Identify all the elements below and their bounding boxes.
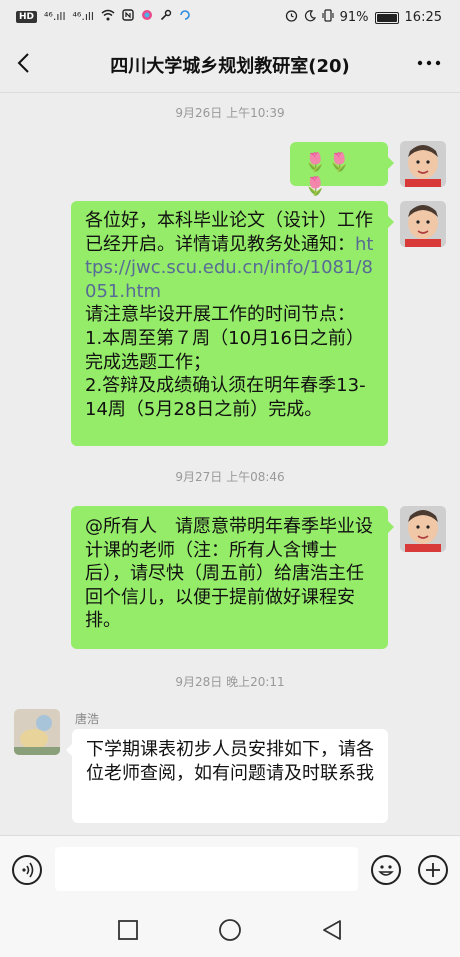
chat-title: 四川大学城乡规划教研室(20) xyxy=(110,56,350,77)
plus-icon xyxy=(426,863,440,877)
message-input[interactable] xyxy=(55,847,358,891)
baby-avatar-icon xyxy=(400,506,446,552)
avatar[interactable] xyxy=(400,506,446,552)
timestamp: 9月28日 晚上20:11 xyxy=(175,675,285,689)
nfc-icon xyxy=(122,9,134,24)
chat-header: 四川大学城乡规划教研室(20) xyxy=(0,36,460,93)
message-bubble[interactable]: 🌷🌷🌷 xyxy=(290,142,394,197)
app-icon xyxy=(141,9,153,24)
home-icon[interactable] xyxy=(218,918,242,942)
message-bubble[interactable]: 各位好，本科毕业论文（设计）工作已经开启。详情请见教务处通知：https://j… xyxy=(71,201,394,446)
more-icon xyxy=(417,60,441,66)
back-nav-icon[interactable] xyxy=(321,918,343,942)
recent-apps-icon[interactable] xyxy=(117,919,139,941)
status-bar: HD ⁴⁶.ıll ⁴⁶.ıll 91% 16:25 xyxy=(0,0,460,36)
avatar[interactable] xyxy=(400,201,446,247)
message-text: 各位好，本科毕业论文（设计）工作已经开启。详情请见教务处通知： xyxy=(85,210,373,255)
message-bubble[interactable]: 下学期课表初步人员安排如下，请各位老师查阅，如有问题请及时联系我 xyxy=(66,729,388,823)
sync-icon xyxy=(179,9,191,24)
baby-avatar-icon xyxy=(400,201,446,247)
message-text: 请注意毕设开展工作的时间节点： xyxy=(85,304,355,326)
message-bubble[interactable]: @所有人 请愿意带明年春季毕业设计课的老师（注：所有人含博士后），请尽快（周五前… xyxy=(71,506,394,649)
emoji-icon xyxy=(378,865,394,876)
add-button[interactable] xyxy=(418,855,448,885)
voice-icon xyxy=(22,862,34,878)
emoji-button[interactable] xyxy=(371,855,401,885)
message-text: 2.答辩及成绩确认须在明年春季13-14周（5月28日之前）完成。 xyxy=(85,375,366,420)
voice-button[interactable] xyxy=(12,855,42,885)
battery-icon xyxy=(374,11,399,24)
signal-icon-2: ⁴⁶.ıll xyxy=(72,10,94,23)
timestamp: 9月27日 上午08:46 xyxy=(175,470,285,484)
more-button[interactable] xyxy=(414,48,444,78)
alarm-icon xyxy=(285,9,298,26)
input-bar xyxy=(0,835,460,906)
signal-icon: ⁴⁶.ıll xyxy=(44,10,66,23)
message-text: 1.本周至第７周（10月16日之前）完成选题工作； xyxy=(85,327,364,373)
baby-avatar-icon xyxy=(400,141,446,187)
timestamp: 9月26日 上午10:39 xyxy=(175,106,285,120)
status-right: 91% 16:25 xyxy=(285,9,442,26)
sender-name: 唐浩 xyxy=(75,712,100,726)
avatar[interactable] xyxy=(14,709,60,755)
status-left: HD ⁴⁶.ıll ⁴⁶.ıll xyxy=(16,9,191,24)
wrench-icon xyxy=(160,9,172,24)
clock: 16:25 xyxy=(404,10,442,25)
system-nav-bar xyxy=(0,905,460,957)
user-avatar-icon xyxy=(14,709,60,755)
wifi-icon xyxy=(101,9,115,24)
avatar[interactable] xyxy=(400,141,446,187)
vibrate-icon xyxy=(322,9,334,26)
hd-badge: HD xyxy=(16,10,38,23)
moon-icon xyxy=(304,9,316,26)
battery-percent: 91% xyxy=(339,10,369,25)
